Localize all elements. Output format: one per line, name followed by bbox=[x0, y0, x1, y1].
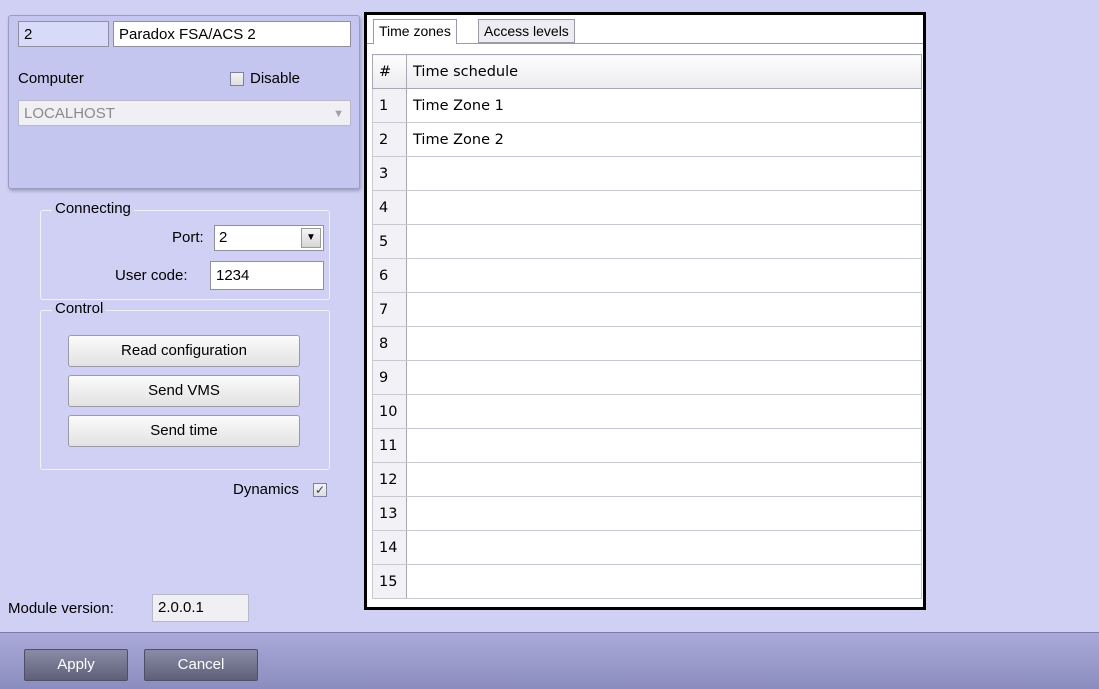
grid-header-row: # Time schedule bbox=[372, 54, 922, 89]
column-header-number[interactable]: # bbox=[372, 54, 407, 89]
row-number-cell[interactable]: 7 bbox=[372, 292, 407, 327]
time-schedule-cell[interactable] bbox=[406, 292, 922, 327]
row-number-cell[interactable]: 10 bbox=[372, 394, 407, 429]
time-schedule-cell[interactable] bbox=[406, 394, 922, 429]
time-schedule-cell[interactable] bbox=[406, 564, 922, 599]
row-number-cell[interactable]: 2 bbox=[372, 122, 407, 157]
row-number-cell[interactable]: 15 bbox=[372, 564, 407, 599]
port-label: Port: bbox=[172, 229, 204, 246]
time-schedule-cell[interactable]: Time Zone 2 bbox=[406, 122, 922, 157]
time-zones-panel: Time zones Access levels # Time schedule… bbox=[364, 12, 926, 610]
table-row[interactable]: 15 bbox=[372, 564, 922, 599]
table-row[interactable]: 2 Time Zone 2 bbox=[372, 122, 922, 157]
time-schedule-cell[interactable] bbox=[406, 224, 922, 259]
module-version-field: 2.0.0.1 bbox=[152, 594, 249, 622]
connecting-group-title: Connecting bbox=[52, 201, 134, 217]
column-header-time-schedule[interactable]: Time schedule bbox=[406, 54, 922, 89]
row-number-cell[interactable]: 8 bbox=[372, 326, 407, 361]
table-row[interactable]: 13 bbox=[372, 496, 922, 531]
time-schedule-cell[interactable] bbox=[406, 530, 922, 565]
port-select[interactable]: 2 ▼ bbox=[214, 225, 324, 251]
disable-checkbox[interactable] bbox=[230, 72, 244, 86]
time-schedule-cell[interactable]: Time Zone 1 bbox=[406, 88, 922, 123]
time-schedule-cell[interactable] bbox=[406, 156, 922, 191]
tab-time-zones[interactable]: Time zones bbox=[373, 19, 457, 44]
table-row[interactable]: 6 bbox=[372, 258, 922, 293]
table-row[interactable]: 7 bbox=[372, 292, 922, 327]
table-row[interactable]: 10 bbox=[372, 394, 922, 429]
row-number-cell[interactable]: 3 bbox=[372, 156, 407, 191]
time-schedule-cell[interactable] bbox=[406, 258, 922, 293]
row-number-cell[interactable]: 6 bbox=[372, 258, 407, 293]
control-group-title: Control bbox=[52, 301, 107, 317]
computer-select-value: LOCALHOST bbox=[24, 105, 115, 122]
user-code-field[interactable]: 1234 bbox=[210, 261, 324, 290]
dynamics-checkbox[interactable]: ✓ bbox=[313, 483, 327, 497]
computer-label: Computer bbox=[18, 70, 84, 87]
port-select-value: 2 bbox=[219, 229, 228, 246]
time-schedule-cell[interactable] bbox=[406, 462, 922, 497]
time-schedule-cell[interactable] bbox=[406, 428, 922, 463]
table-row[interactable]: 8 bbox=[372, 326, 922, 361]
table-row[interactable]: 5 bbox=[372, 224, 922, 259]
row-number-cell[interactable]: 4 bbox=[372, 190, 407, 225]
table-row[interactable]: 1 Time Zone 1 bbox=[372, 88, 922, 123]
object-id-field[interactable]: 2 bbox=[18, 21, 109, 47]
row-number-cell[interactable]: 5 bbox=[372, 224, 407, 259]
read-configuration-button[interactable]: Read configuration bbox=[68, 335, 300, 367]
computer-select[interactable]: LOCALHOST ▼ bbox=[18, 100, 351, 126]
time-schedule-cell[interactable] bbox=[406, 326, 922, 361]
table-row[interactable]: 4 bbox=[372, 190, 922, 225]
row-number-cell[interactable]: 14 bbox=[372, 530, 407, 565]
bottom-bar: Apply Cancel bbox=[0, 632, 1099, 689]
tab-access-levels[interactable]: Access levels bbox=[478, 19, 575, 43]
module-version-label: Module version: bbox=[8, 600, 114, 617]
chevron-down-icon[interactable]: ▼ bbox=[301, 228, 321, 248]
user-code-label: User code: bbox=[115, 267, 188, 284]
table-row[interactable]: 3 bbox=[372, 156, 922, 191]
disable-label: Disable bbox=[250, 70, 301, 87]
chevron-down-icon: ▼ bbox=[333, 108, 344, 120]
apply-button[interactable]: Apply bbox=[24, 649, 128, 681]
time-schedule-cell[interactable] bbox=[406, 190, 922, 225]
time-schedule-cell[interactable] bbox=[406, 360, 922, 395]
table-row[interactable]: 11 bbox=[372, 428, 922, 463]
row-number-cell[interactable]: 12 bbox=[372, 462, 407, 497]
send-time-button[interactable]: Send time bbox=[68, 415, 300, 447]
time-schedule-grid: # Time schedule 1 Time Zone 1 2 Time Zone 2… bbox=[372, 54, 922, 599]
dynamics-label: Dynamics bbox=[233, 481, 299, 498]
send-vms-button[interactable]: Send VMS bbox=[68, 375, 300, 407]
row-number-cell[interactable]: 13 bbox=[372, 496, 407, 531]
row-number-cell[interactable]: 11 bbox=[372, 428, 407, 463]
table-row[interactable]: 14 bbox=[372, 530, 922, 565]
object-name-field[interactable]: Paradox FSA/ACS 2 bbox=[113, 21, 351, 47]
time-schedule-cell[interactable] bbox=[406, 496, 922, 531]
row-number-cell[interactable]: 9 bbox=[372, 360, 407, 395]
table-row[interactable]: 9 bbox=[372, 360, 922, 395]
check-icon: ✓ bbox=[314, 483, 326, 497]
cancel-button[interactable]: Cancel bbox=[144, 649, 258, 681]
row-number-cell[interactable]: 1 bbox=[372, 88, 407, 123]
table-row[interactable]: 12 bbox=[372, 462, 922, 497]
